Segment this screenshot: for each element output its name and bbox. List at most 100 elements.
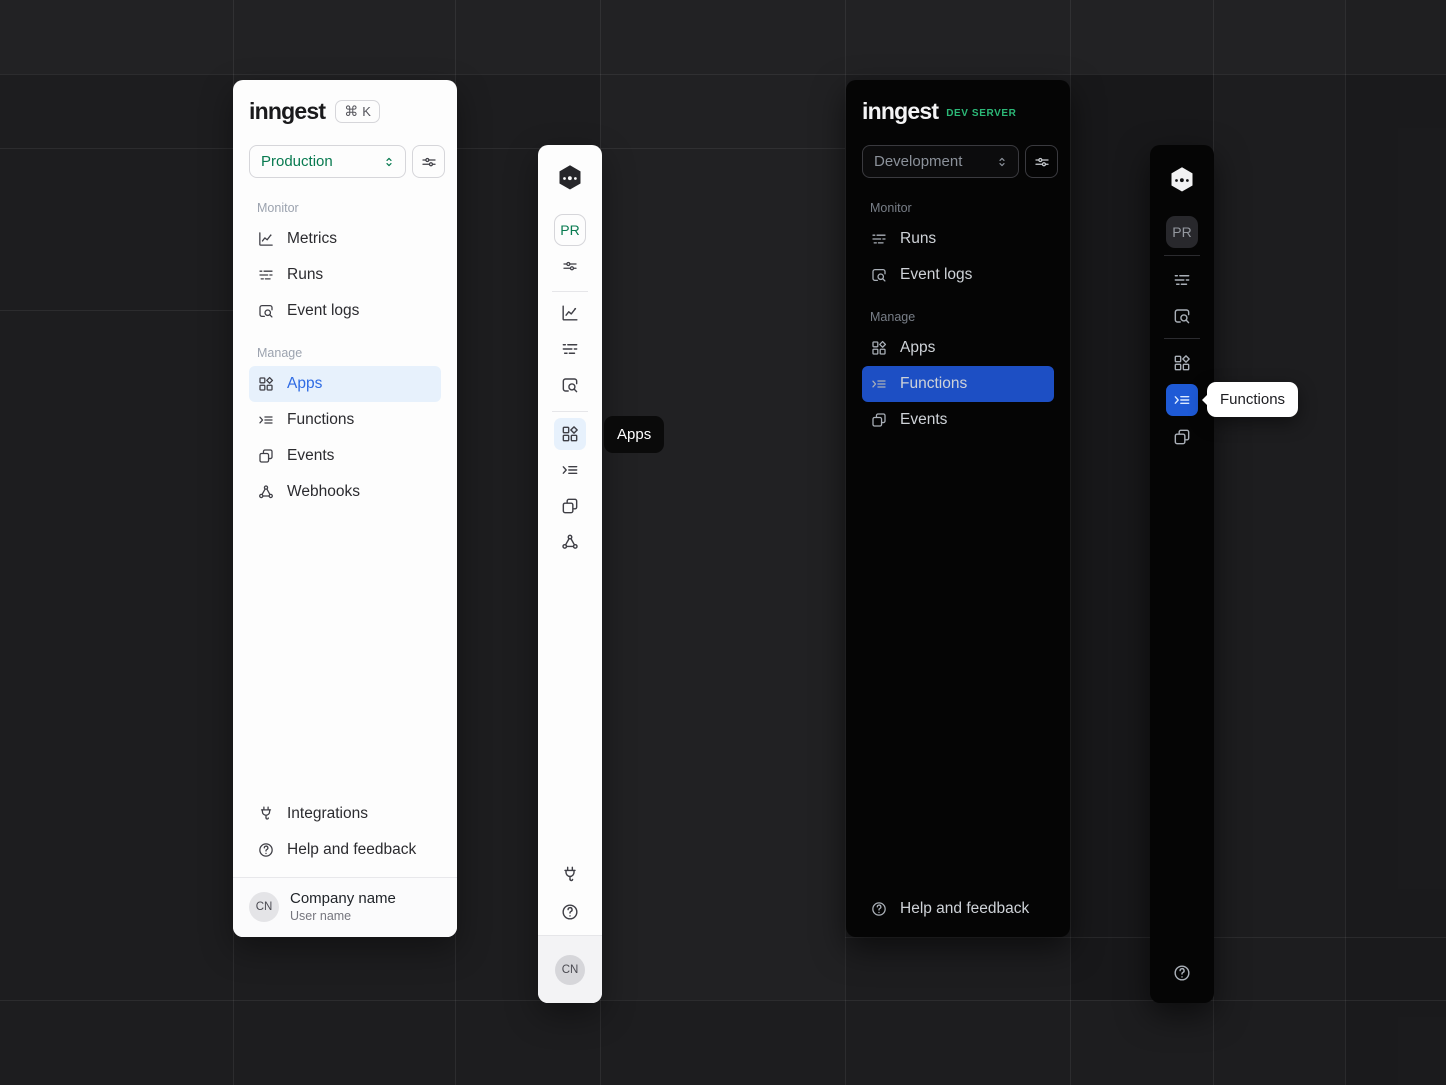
divider — [552, 411, 588, 412]
functions-icon — [1172, 390, 1192, 410]
environment-selector[interactable]: Production — [249, 145, 406, 178]
cmd-k-shortcut: ⌘ K — [335, 100, 380, 123]
nav-item-integrations[interactable] — [554, 859, 586, 891]
manage-items: Apps Functions Events — [846, 330, 1070, 438]
filter-sliders-icon — [561, 257, 579, 275]
shortcut-key: K — [362, 104, 371, 119]
nav-item-event-logs[interactable]: Event logs — [249, 293, 441, 329]
nav-item-label: Events — [900, 411, 947, 429]
sidebar-dark-expanded: inngest DEV SERVER Development Monitor R… — [846, 80, 1070, 937]
nav-item-functions[interactable]: Functions — [862, 366, 1054, 402]
brand-row: inngest DEV SERVER — [846, 80, 1070, 125]
tooltip-apps: Apps — [604, 416, 664, 453]
nav-item-events[interactable] — [554, 490, 586, 522]
metrics-icon — [257, 230, 275, 248]
nav-item-label: Functions — [287, 411, 354, 429]
metrics-icon — [560, 303, 580, 323]
nav-item-event-logs[interactable] — [554, 369, 586, 401]
inngest-logo: inngest — [862, 98, 938, 125]
nav-item-webhooks[interactable]: Webhooks — [249, 474, 441, 510]
nav-item-metrics[interactable]: Metrics — [249, 221, 441, 257]
runs-icon — [1172, 270, 1192, 290]
account-menu[interactable]: CN — [538, 935, 602, 1003]
inngest-hexagon-logo — [555, 163, 585, 193]
env-badge[interactable]: PR — [1166, 216, 1198, 248]
account-text: Company name User name — [290, 890, 396, 923]
env-badge[interactable]: PR — [554, 214, 586, 246]
apps-icon — [257, 375, 275, 393]
apps-icon — [560, 424, 580, 444]
environment-value: Development — [874, 153, 962, 170]
cmd-icon: ⌘ — [344, 103, 358, 120]
tooltip-functions: Functions — [1207, 382, 1298, 417]
runs-icon — [257, 266, 275, 284]
nav-item-runs[interactable]: Runs — [862, 221, 1054, 257]
apps-icon — [870, 339, 888, 357]
nav-item-event-logs[interactable] — [1166, 300, 1198, 332]
filter-button[interactable] — [1025, 145, 1058, 178]
events-icon — [1172, 427, 1192, 447]
grid-line — [845, 937, 1446, 938]
nav-item-event-logs[interactable]: Event logs — [862, 257, 1054, 293]
nav-item-events[interactable]: Events — [862, 402, 1054, 438]
nav-item-webhooks[interactable] — [554, 526, 586, 558]
functions-icon — [560, 460, 580, 480]
nav-item-functions[interactable] — [554, 454, 586, 486]
filter-button[interactable] — [412, 145, 445, 178]
nav-item-apps[interactable]: Apps — [249, 366, 441, 402]
nav-item-functions[interactable] — [1166, 384, 1198, 416]
functions-icon — [257, 411, 275, 429]
bg-shade — [600, 74, 845, 1000]
nav-item-label: Help and feedback — [900, 900, 1029, 918]
nav-item-label: Event logs — [287, 302, 359, 320]
nav-item-events[interactable]: Events — [249, 438, 441, 474]
nav-item-label: Apps — [900, 339, 935, 357]
nav-item-apps[interactable] — [554, 418, 586, 450]
filter-button[interactable] — [554, 250, 586, 282]
nav-item-help-and-feedback[interactable] — [554, 896, 586, 928]
section-label-monitor: Monitor — [862, 201, 1054, 215]
nav-item-apps[interactable] — [1166, 347, 1198, 379]
sidebar-dark-collapsed: PR Functions — [1150, 145, 1214, 1003]
nav-item-events[interactable] — [1166, 421, 1198, 453]
section-label-manage: Manage — [862, 310, 1054, 324]
nav-item-runs[interactable] — [1166, 264, 1198, 296]
environment-selector[interactable]: Development — [862, 145, 1019, 178]
event-logs-icon — [1172, 306, 1192, 326]
runs-icon — [870, 230, 888, 248]
nav-item-runs[interactable]: Runs — [249, 257, 441, 293]
spacer — [846, 438, 1070, 885]
grid-line — [1070, 0, 1071, 1085]
grid-line — [0, 310, 233, 311]
account-menu[interactable]: CN Company name User name — [233, 877, 457, 937]
environment-row: Production — [249, 145, 445, 178]
help-icon — [560, 902, 580, 922]
chevron-updown-icon — [381, 154, 397, 170]
spacer — [233, 510, 457, 790]
nav-item-metrics[interactable] — [554, 297, 586, 329]
grid-line — [1345, 0, 1346, 1085]
footer-items: Help and feedback — [846, 891, 1070, 937]
user-name: User name — [290, 909, 396, 923]
grid-line — [0, 1000, 1446, 1001]
nav-item-help-and-feedback[interactable] — [1166, 957, 1198, 989]
nav-item-help-and-feedback[interactable]: Help and feedback — [862, 891, 1054, 927]
nav-item-functions[interactable]: Functions — [249, 402, 441, 438]
events-icon — [257, 447, 275, 465]
nav-item-label: Functions — [900, 375, 967, 393]
nav-item-runs[interactable] — [554, 333, 586, 365]
filter-sliders-icon — [420, 153, 438, 171]
avatar: CN — [249, 892, 279, 922]
apps-icon — [1172, 353, 1192, 373]
nav-item-label: Runs — [287, 266, 323, 284]
event-logs-icon — [870, 266, 888, 284]
filter-sliders-icon — [1033, 153, 1051, 171]
event-logs-icon — [560, 375, 580, 395]
brand-row: inngest ⌘ K — [233, 80, 457, 125]
nav-item-label: Webhooks — [287, 483, 360, 501]
event-logs-icon — [257, 302, 275, 320]
nav-item-integrations[interactable]: Integrations — [249, 796, 441, 832]
nav-item-label: Integrations — [287, 805, 368, 823]
nav-item-help-and-feedback[interactable]: Help and feedback — [249, 832, 441, 868]
nav-item-apps[interactable]: Apps — [862, 330, 1054, 366]
